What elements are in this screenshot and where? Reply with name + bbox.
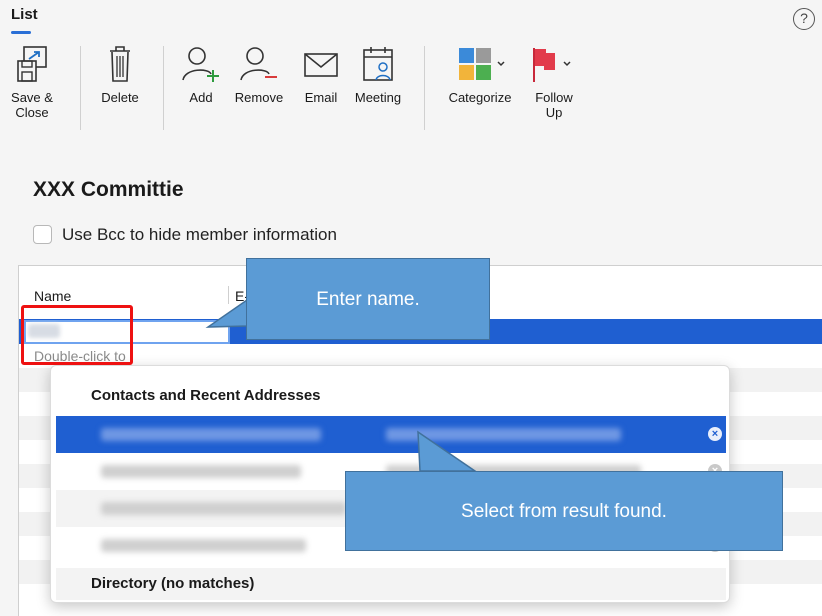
select-result-pointer	[417, 430, 478, 472]
name-field-highlight	[21, 305, 133, 365]
select-result-callout: Select from result found.	[345, 471, 783, 551]
enter-name-pointer	[205, 298, 248, 328]
enter-name-callout: Enter name.	[246, 258, 490, 340]
